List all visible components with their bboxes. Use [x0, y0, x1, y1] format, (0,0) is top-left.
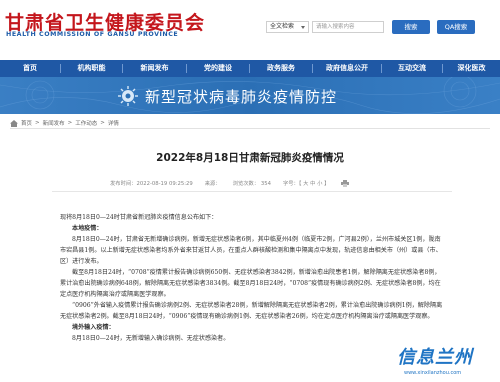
article-meta: 发布时间：2022-08-19 09:25:29 来源： 浏览次数： 354 字… [110, 179, 350, 187]
watermark-url: www.xinxilanzhou.com [404, 370, 462, 376]
nav-item-interaction[interactable]: 互动交流 [382, 60, 442, 77]
virus-icon [118, 86, 138, 106]
breadcrumb-home[interactable]: 首页 [21, 119, 32, 127]
meta-divider [52, 191, 452, 192]
home-icon [10, 119, 18, 127]
breadcrumb-separator: > [67, 120, 73, 126]
chevron-down-icon [301, 26, 305, 29]
nav-item-functions[interactable]: 机构职能 [61, 60, 122, 77]
article-source: 来源： [204, 181, 221, 187]
nav-item-reform[interactable]: 深化医改 [443, 60, 500, 77]
qa-search-button[interactable]: QA搜索 [437, 20, 475, 34]
nav-item-home[interactable]: 首页 [0, 60, 60, 77]
nav-item-disclosure[interactable]: 政府信息公开 [313, 60, 381, 77]
article-paragraph: 8月18日0—24时，无新增输入确诊病例、无症状感染者。 [72, 335, 230, 342]
search-scope-value: 全文检索 [270, 23, 295, 30]
view-count: 浏览次数： 354 [232, 181, 271, 187]
site-header: 甘肃省卫生健康委员会 HEALTH COMMISSION OF GANSU PR… [0, 0, 500, 52]
breadcrumb-news[interactable]: 新闻发布 [43, 119, 65, 127]
article-intro: 现将8月18日0—24时甘肃省新冠肺炎疫情信息公布如下： [60, 214, 218, 221]
section-heading-imported: 境外输入疫情： [72, 324, 115, 331]
breadcrumb-separator: > [35, 120, 40, 126]
watermark-logo: 信息兰州 [397, 347, 473, 368]
topic-banner[interactable]: 新型冠状病毒肺炎疫情防控 [0, 77, 500, 114]
breadcrumb-divider [10, 128, 490, 129]
article-paragraph: 截至8月18日24时，“0708”疫情累计报告确诊病例650例、无症状感染者38… [60, 269, 441, 298]
article-paragraph: “0906”外省输入疫情累计报告确诊病例2例、无症状感染者28例，新增解除隔离无… [60, 302, 443, 320]
breadcrumb-separator: > [100, 120, 105, 126]
nav-item-news[interactable]: 新闻发布 [123, 60, 186, 77]
search-button[interactable]: 搜索 [392, 20, 430, 34]
main-nav: 首页 机构职能 新闻发布 党的建设 政务服务 政府信息公开 互动交流 深化医改 [0, 60, 500, 77]
nav-item-party[interactable]: 党的建设 [187, 60, 249, 77]
site-subtitle: HEALTH COMMISSION OF GANSU PROVINCE [6, 31, 179, 38]
banner-title: 新型冠状病毒肺炎疫情防控 [145, 88, 338, 106]
article-paragraph: 8月18日0—24时，甘肃省无新增确诊病例，新增无症状感染者6例，其中临夏州4例… [60, 236, 442, 265]
font-size-control[interactable]: 字号：【 大 中 小 】 [283, 179, 329, 187]
search-input[interactable]: 请输入搜索内容 [312, 21, 384, 33]
breadcrumb-work[interactable]: 工作动态 [75, 119, 97, 127]
breadcrumb: 首页 > 新闻发布 > 工作动态 > 详情 [10, 119, 119, 127]
search-scope-select[interactable]: 全文检索 [266, 21, 309, 33]
publish-date: 发布时间：2022-08-19 09:25:29 [110, 181, 193, 187]
section-heading-local: 本地疫情： [72, 225, 103, 232]
article-body: 现将8月18日0—24时甘肃省新冠肺炎疫情信息公布如下： 本地疫情： 8月18日… [60, 212, 444, 344]
article-title: 2022年8月18日甘肃新冠肺炎疫情情况 [156, 152, 344, 164]
breadcrumb-current: 详情 [107, 121, 119, 127]
print-icon[interactable] [341, 179, 350, 187]
nav-item-services[interactable]: 政务服务 [250, 60, 312, 77]
